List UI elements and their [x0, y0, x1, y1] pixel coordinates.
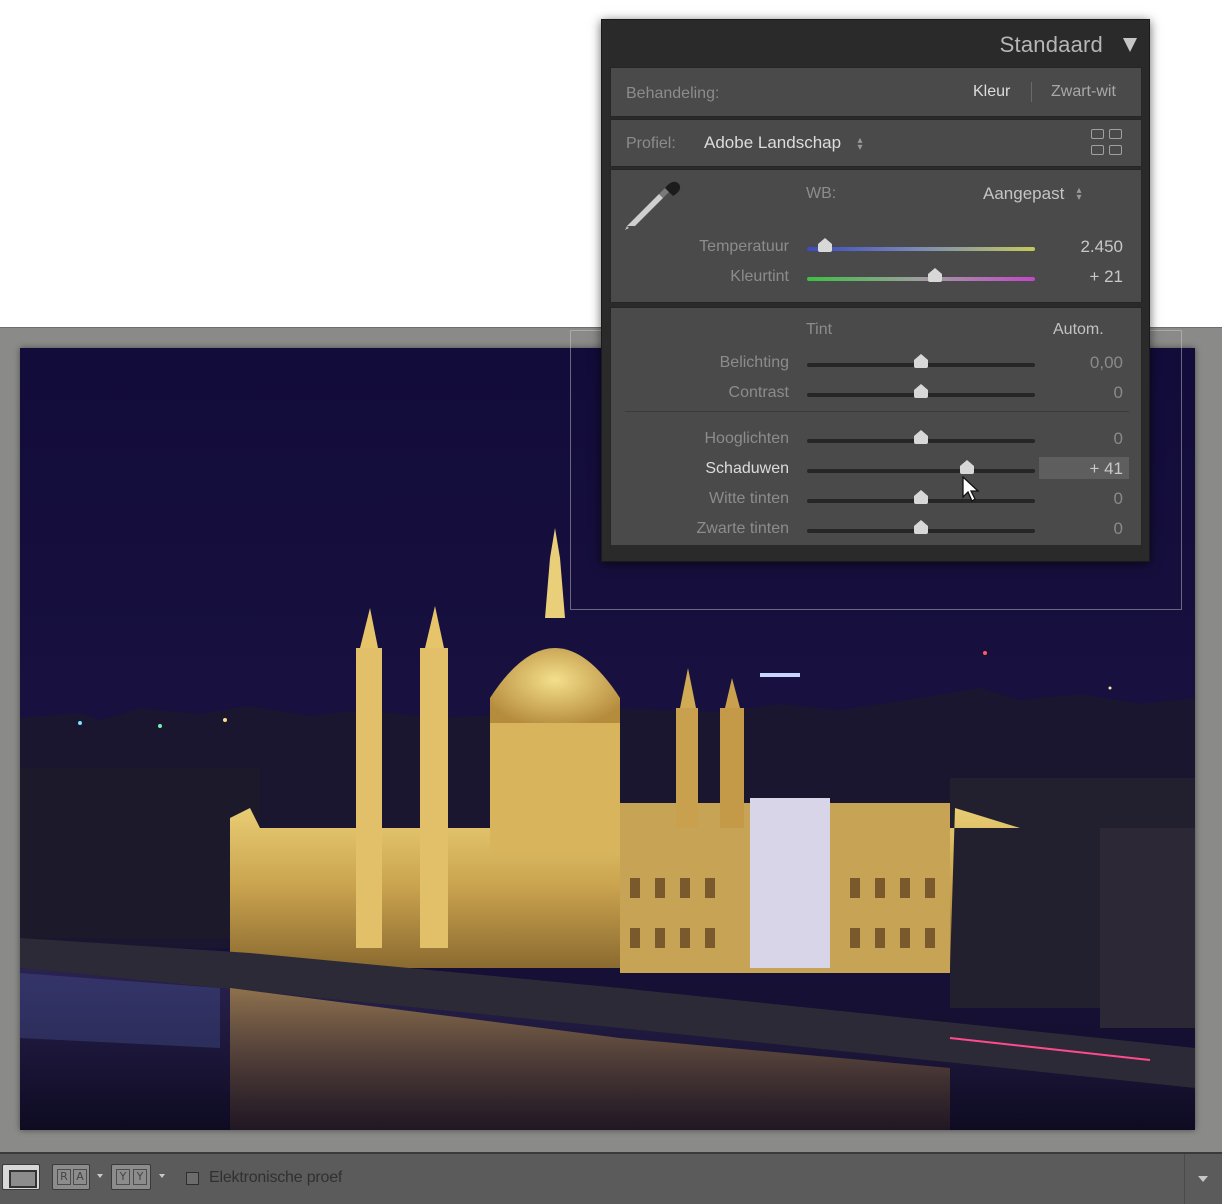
- profile-select[interactable]: Adobe Landschap: [704, 133, 841, 153]
- before-after-yy-button[interactable]: Y Y: [111, 1164, 151, 1190]
- contrast-value[interactable]: 0: [1043, 383, 1123, 403]
- exposure-slider-track[interactable]: [807, 354, 1035, 368]
- treatment-label: Behandeling:: [626, 85, 720, 102]
- lightroom-develop-window: R A Y Y Elektronische proef Standaard Be…: [0, 0, 1222, 1204]
- contrast-label: Contrast: [728, 384, 789, 401]
- before-letter: R: [57, 1169, 71, 1185]
- profile-row: Profiel: Adobe Landschap ▴ ▾: [610, 119, 1142, 167]
- before-after-button[interactable]: R A: [52, 1164, 90, 1190]
- wb-label: WB:: [806, 185, 837, 202]
- whites-value[interactable]: 0: [1043, 489, 1123, 509]
- highlights-value[interactable]: 0: [1043, 429, 1123, 449]
- preset-title[interactable]: Standaard: [1000, 32, 1103, 58]
- bottom-toolbar: R A Y Y Elektronische proef: [0, 1152, 1222, 1204]
- profile-updown-icon[interactable]: ▴ ▾: [856, 136, 864, 153]
- contrast-slider-track[interactable]: [807, 384, 1035, 398]
- highlights-label: Hooglichten: [704, 430, 790, 447]
- basic-panel: Standaard Behandeling: Kleur Zwart-wit P…: [601, 19, 1150, 562]
- exposure-value[interactable]: 0,00: [1043, 353, 1123, 373]
- pointer-cursor-icon: [962, 476, 980, 502]
- blacks-value[interactable]: 0: [1043, 519, 1123, 539]
- highlights-slider-track[interactable]: [807, 430, 1035, 444]
- wb-updown-icon[interactable]: ▴ ▾: [1075, 186, 1083, 203]
- profile-label: Profiel:: [626, 135, 676, 152]
- wb-select[interactable]: Aangepast: [983, 184, 1064, 204]
- tint-value[interactable]: + 21: [1043, 267, 1123, 287]
- auto-tone-button[interactable]: Autom.: [1053, 321, 1104, 339]
- tone-label: Tint: [806, 321, 833, 338]
- shadows-slider-track[interactable]: [807, 460, 1035, 474]
- loupe-view-button[interactable]: [2, 1164, 40, 1190]
- whites-slider-track[interactable]: [807, 490, 1035, 504]
- treatment-separator: [1031, 82, 1032, 102]
- soft-proof-label: Elektronische proef: [209, 1169, 343, 1186]
- yy-letter-left: Y: [116, 1169, 130, 1185]
- blacks-label: Zwarte tinten: [696, 520, 789, 537]
- yy-letter-right: Y: [133, 1169, 147, 1185]
- whites-label: Witte tinten: [708, 490, 789, 507]
- grid-icon[interactable]: [1091, 129, 1123, 157]
- triangle-down-icon[interactable]: [1123, 38, 1137, 52]
- panel-header: Standaard: [602, 20, 1149, 66]
- before-after-dropdown-icon[interactable]: [97, 1174, 103, 1178]
- tone-divider: [625, 411, 1129, 412]
- white-balance-section: WB: Aangepast ▴ ▾ Temperatuur 2.450 Kleur…: [610, 169, 1142, 303]
- soft-proof-checkbox[interactable]: [186, 1172, 199, 1185]
- tint-label: Kleurtint: [730, 268, 789, 285]
- shadows-label: Schaduwen: [705, 460, 789, 477]
- tint-slider-track[interactable]: [807, 268, 1035, 282]
- temperature-label: Temperatuur: [699, 238, 789, 255]
- blacks-slider-track[interactable]: [807, 520, 1035, 534]
- treatment-row: Behandeling: Kleur Zwart-wit: [610, 67, 1142, 117]
- shadows-value[interactable]: + 41: [1043, 459, 1123, 479]
- yy-dropdown-icon[interactable]: [159, 1174, 165, 1178]
- exposure-label: Belichting: [719, 354, 789, 371]
- toolbar-menu-arrow-icon[interactable]: [1184, 1154, 1222, 1204]
- treatment-bw-option[interactable]: Zwart-wit: [1051, 83, 1116, 101]
- temperature-slider-track[interactable]: [807, 238, 1035, 252]
- tone-section: Tint Autom. Belichting 0,00 Contrast 0 H…: [610, 307, 1142, 551]
- treatment-color-option[interactable]: Kleur: [973, 83, 1010, 101]
- eyedropper-icon[interactable]: [623, 174, 683, 234]
- after-letter: A: [73, 1169, 87, 1185]
- temperature-value[interactable]: 2.450: [1043, 237, 1123, 257]
